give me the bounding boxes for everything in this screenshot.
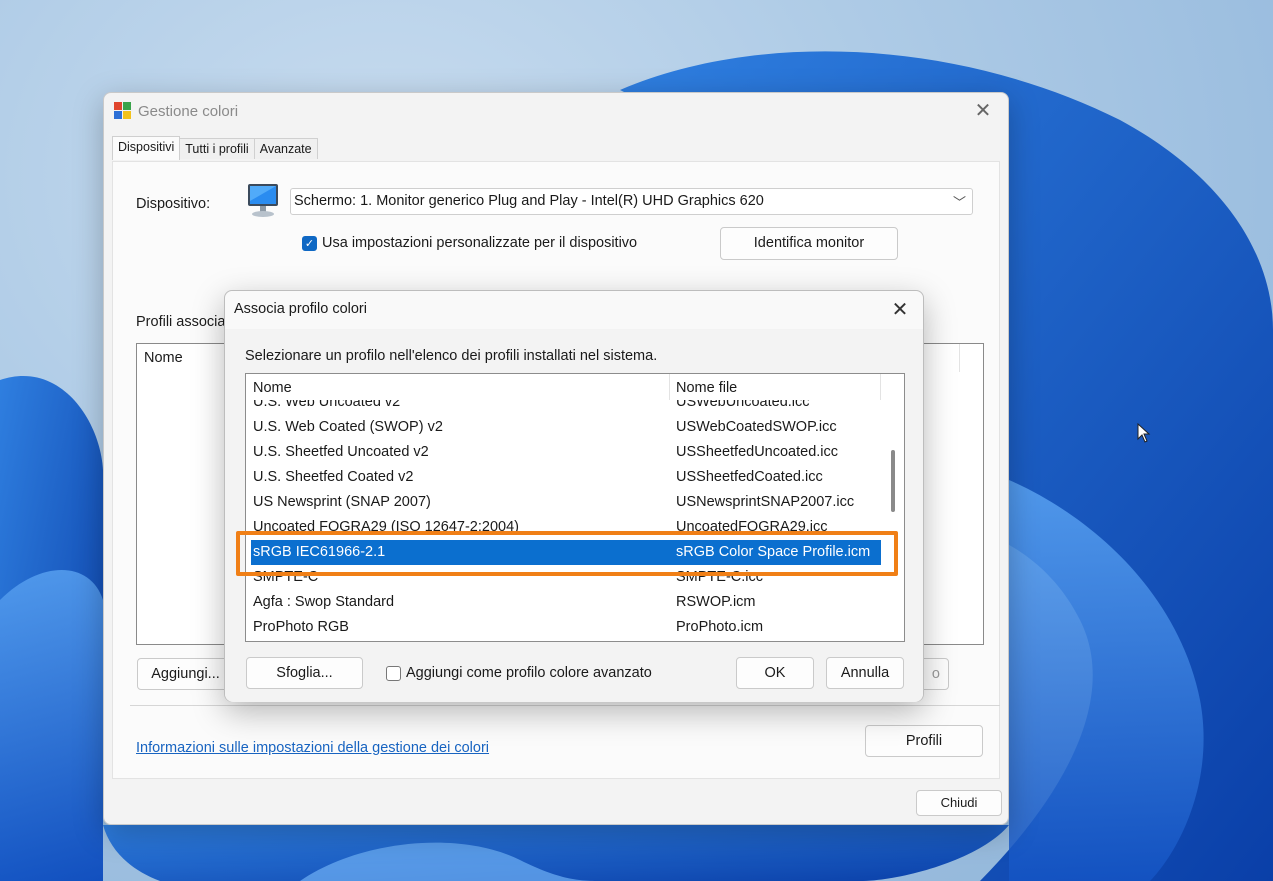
- profile-name: SMPTE-C: [253, 569, 319, 585]
- installed-profiles-list[interactable]: U.S. Web Uncoated v2 USWebUncoated.icc U.…: [245, 373, 905, 642]
- chevron-down-icon: ﹀: [952, 195, 966, 210]
- profile-name: U.S. Sheetfed Uncoated v2: [253, 444, 429, 460]
- advanced-profile-label: Aggiungi come profilo colore avanzato: [406, 665, 652, 681]
- profile-rows: U.S. Web Uncoated v2 USWebUncoated.icc U.…: [246, 390, 882, 640]
- tab-strip: Dispositivi Tutti i profili Avanzate: [112, 136, 318, 160]
- custom-settings-label: Usa impostazioni personalizzate per il d…: [322, 235, 638, 251]
- dialog-close-icon[interactable]: ✕: [887, 297, 913, 323]
- column-divider[interactable]: [669, 374, 670, 400]
- advanced-profile-checkbox[interactable]: [386, 665, 401, 681]
- list-item[interactable]: Agfa : Swop Standard RSWOP.icm: [246, 590, 882, 615]
- profile-name: U.S. Sheetfed Coated v2: [253, 469, 414, 485]
- device-label: Dispositivo:: [136, 196, 211, 212]
- profile-name: sRGB IEC61966-2.1: [253, 544, 386, 560]
- column-header-filename[interactable]: Nome file: [676, 380, 737, 396]
- list-item[interactable]: U.S. Sheetfed Uncoated v2 USSheetfedUncoa…: [246, 440, 882, 465]
- ok-button[interactable]: OK: [736, 657, 814, 689]
- device-select-value: Schermo: 1. Monitor generico Plug and Pl…: [294, 193, 764, 209]
- profile-file: USSheetfedCoated.icc: [676, 469, 823, 485]
- list-item[interactable]: SMPTE-C SMPTE-C.icc: [246, 565, 882, 590]
- dialog-title: Associa profilo colori: [234, 301, 367, 317]
- monitor-icon: [248, 184, 278, 217]
- tab-all-profiles[interactable]: Tutti i profili: [180, 138, 255, 159]
- profiles-label: Profili associa: [136, 314, 226, 330]
- advanced-profile-row[interactable]: Aggiungi come profilo colore avanzato: [386, 665, 652, 681]
- dialog-instruction: Selezionare un profilo nell'elenco dei p…: [245, 348, 658, 364]
- profile-file: RSWOP.icm: [676, 594, 756, 610]
- list-header: Nome Nome file: [246, 374, 882, 400]
- list-item[interactable]: Uncoated FOGRA29 (ISO 12647-2:2004) Uncoa…: [246, 515, 882, 540]
- tab-advanced[interactable]: Avanzate: [254, 138, 318, 159]
- custom-settings-row[interactable]: ✓ Usa impostazioni personalizzate per il…: [302, 235, 637, 251]
- list-item[interactable]: U.S. Sheetfed Coated v2 USSheetfedCoated.…: [246, 465, 882, 490]
- profile-file: USNewsprintSNAP2007.icc: [676, 494, 855, 510]
- profile-file: USSheetfedUncoated.icc: [676, 444, 839, 460]
- profile-name: ProPhoto RGB: [253, 619, 349, 635]
- profile-file: UncoatedFOGRA29.icc: [676, 519, 828, 535]
- window-title: Gestione colori: [138, 102, 239, 120]
- dialog-body: Selezionare un profilo nell'elenco dei p…: [225, 329, 923, 702]
- color-management-icon: [114, 102, 132, 120]
- selected-list-item[interactable]: sRGB IEC61966-2.1 sRGB Color Space Profil…: [251, 540, 881, 565]
- identify-monitor-button[interactable]: Identifica monitor: [720, 227, 898, 260]
- list-item[interactable]: US Newsprint (SNAP 2007) USNewsprintSNAP2…: [246, 490, 882, 515]
- profile-file: sRGB Color Space Profile.icm: [676, 544, 871, 560]
- vertical-scrollbar[interactable]: [882, 374, 904, 641]
- dialog-title-bar: Associa profilo colori ✕: [225, 291, 923, 329]
- info-link[interactable]: Informazioni sulle impostazioni della ge…: [136, 740, 489, 756]
- custom-settings-checkbox[interactable]: ✓: [302, 235, 317, 251]
- scrollbar-thumb[interactable]: [891, 450, 895, 512]
- browse-button[interactable]: Sfoglia...: [246, 657, 363, 689]
- list-item[interactable]: U.S. Web Coated (SWOP) v2 USWebCoatedSWOP…: [246, 415, 882, 440]
- column-header-name[interactable]: Nome: [253, 380, 292, 396]
- title-bar: Gestione colori ✕: [104, 93, 1008, 129]
- profile-name: U.S. Web Coated (SWOP) v2: [253, 419, 443, 435]
- profile-file: USWebCoatedSWOP.icc: [676, 419, 837, 435]
- tab-devices[interactable]: Dispositivi: [112, 136, 181, 160]
- profile-name: Agfa : Swop Standard: [253, 594, 395, 610]
- list-item[interactable]: ProPhoto RGB ProPhoto.icm: [246, 615, 882, 640]
- associate-profile-dialog: Associa profilo colori ✕ Selezionare un …: [224, 290, 924, 702]
- profile-name: Uncoated FOGRA29 (ISO 12647-2:2004): [253, 519, 519, 535]
- mouse-cursor-icon: [1137, 423, 1151, 443]
- profile-file: ProPhoto.icm: [676, 619, 764, 635]
- close-icon[interactable]: ✕: [970, 99, 996, 123]
- profile-file: SMPTE-C.icc: [676, 569, 763, 585]
- profiles-button[interactable]: Profili: [865, 725, 983, 757]
- profile-name: US Newsprint (SNAP 2007): [253, 494, 431, 510]
- device-select[interactable]: Schermo: 1. Monitor generico Plug and Pl…: [290, 188, 973, 215]
- column-divider[interactable]: [880, 374, 881, 400]
- close-button[interactable]: Chiudi: [916, 790, 1002, 816]
- add-profile-button[interactable]: Aggiungi...: [137, 658, 234, 690]
- separator: [130, 705, 1000, 706]
- column-divider: [959, 344, 960, 372]
- cancel-button[interactable]: Annulla: [826, 657, 904, 689]
